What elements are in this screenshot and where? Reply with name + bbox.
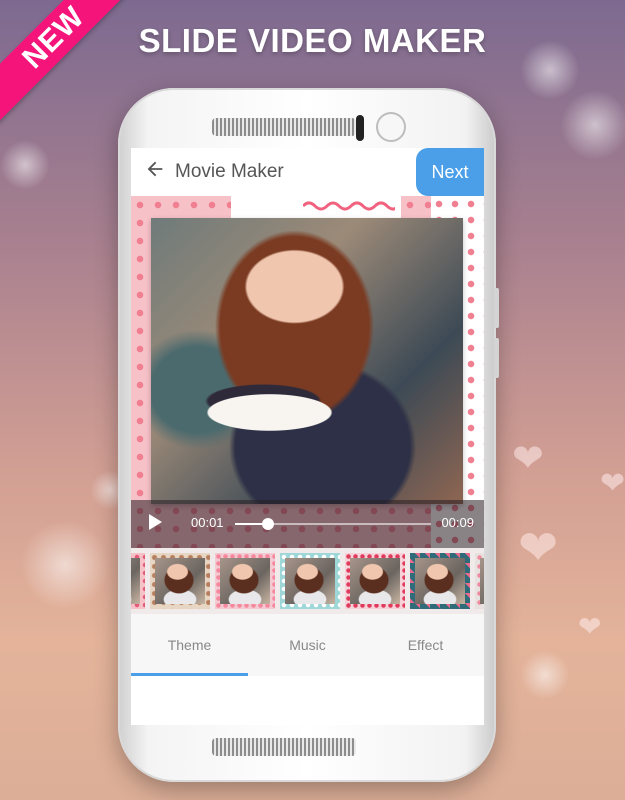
heart-icon: ❤ bbox=[512, 438, 544, 480]
player-controls: 00:01 00:09 bbox=[131, 500, 484, 548]
tab-effect[interactable]: Effect bbox=[367, 614, 484, 676]
bokeh-light bbox=[520, 650, 570, 700]
heart-icon: ❤ bbox=[600, 467, 625, 500]
thumbnail-photo bbox=[131, 558, 140, 604]
thumbnail-photo bbox=[155, 558, 205, 604]
back-arrow-icon bbox=[147, 161, 163, 177]
promo-headline: SLIDE VIDEO MAKER bbox=[138, 22, 487, 59]
slide-thumbnail[interactable] bbox=[131, 553, 145, 609]
thumbnail-photo bbox=[285, 558, 335, 604]
thumbnail-photo bbox=[350, 558, 400, 604]
slide-thumbnail-strip[interactable] bbox=[131, 548, 484, 614]
front-camera bbox=[376, 112, 406, 142]
thumbnail-photo bbox=[480, 558, 484, 604]
back-arrow-icon[interactable] bbox=[141, 158, 169, 186]
side-button bbox=[494, 338, 499, 378]
bokeh-light bbox=[20, 520, 110, 610]
heart-icon: ❤ bbox=[578, 611, 602, 642]
heart-icon: ❤ bbox=[518, 522, 559, 575]
bottom-speaker bbox=[212, 738, 356, 756]
bokeh-light bbox=[560, 90, 625, 160]
slide-thumbnail[interactable] bbox=[215, 553, 275, 609]
slide-thumbnail[interactable] bbox=[150, 553, 210, 609]
play-icon[interactable] bbox=[149, 514, 162, 530]
app-bar: Movie Maker Next bbox=[131, 148, 484, 196]
tab-bar: Theme Music Effect bbox=[131, 614, 484, 676]
current-time: 00:01 bbox=[191, 515, 224, 530]
total-time: 00:09 bbox=[441, 515, 474, 530]
new-ribbon: NEW bbox=[0, 0, 139, 123]
tab-music[interactable]: Music bbox=[249, 614, 366, 676]
slide-thumbnail[interactable] bbox=[345, 553, 405, 609]
slide-thumbnail[interactable] bbox=[475, 553, 484, 609]
next-button[interactable]: Next bbox=[416, 148, 484, 196]
thumbnail-photo bbox=[415, 558, 465, 604]
slide-thumbnail[interactable] bbox=[280, 553, 340, 609]
proximity-sensor bbox=[356, 115, 364, 141]
bokeh-light bbox=[0, 140, 50, 190]
slide-thumbnail[interactable] bbox=[410, 553, 470, 609]
app-screen: Movie Maker Next 00:01 00:09 Theme Music… bbox=[131, 148, 484, 725]
side-button bbox=[494, 288, 499, 328]
tab-indicator bbox=[131, 673, 248, 676]
top-speaker bbox=[212, 118, 356, 136]
seek-bar[interactable] bbox=[235, 518, 431, 530]
frame-wave-decor bbox=[303, 201, 395, 211]
slide-photo bbox=[151, 218, 463, 504]
thumbnail-photo bbox=[220, 558, 270, 604]
photo-frame bbox=[151, 218, 463, 504]
video-preview[interactable]: 00:01 00:09 bbox=[131, 196, 484, 548]
seek-thumb[interactable] bbox=[262, 518, 275, 530]
tab-theme[interactable]: Theme bbox=[131, 614, 248, 676]
app-title: Movie Maker bbox=[175, 161, 284, 182]
